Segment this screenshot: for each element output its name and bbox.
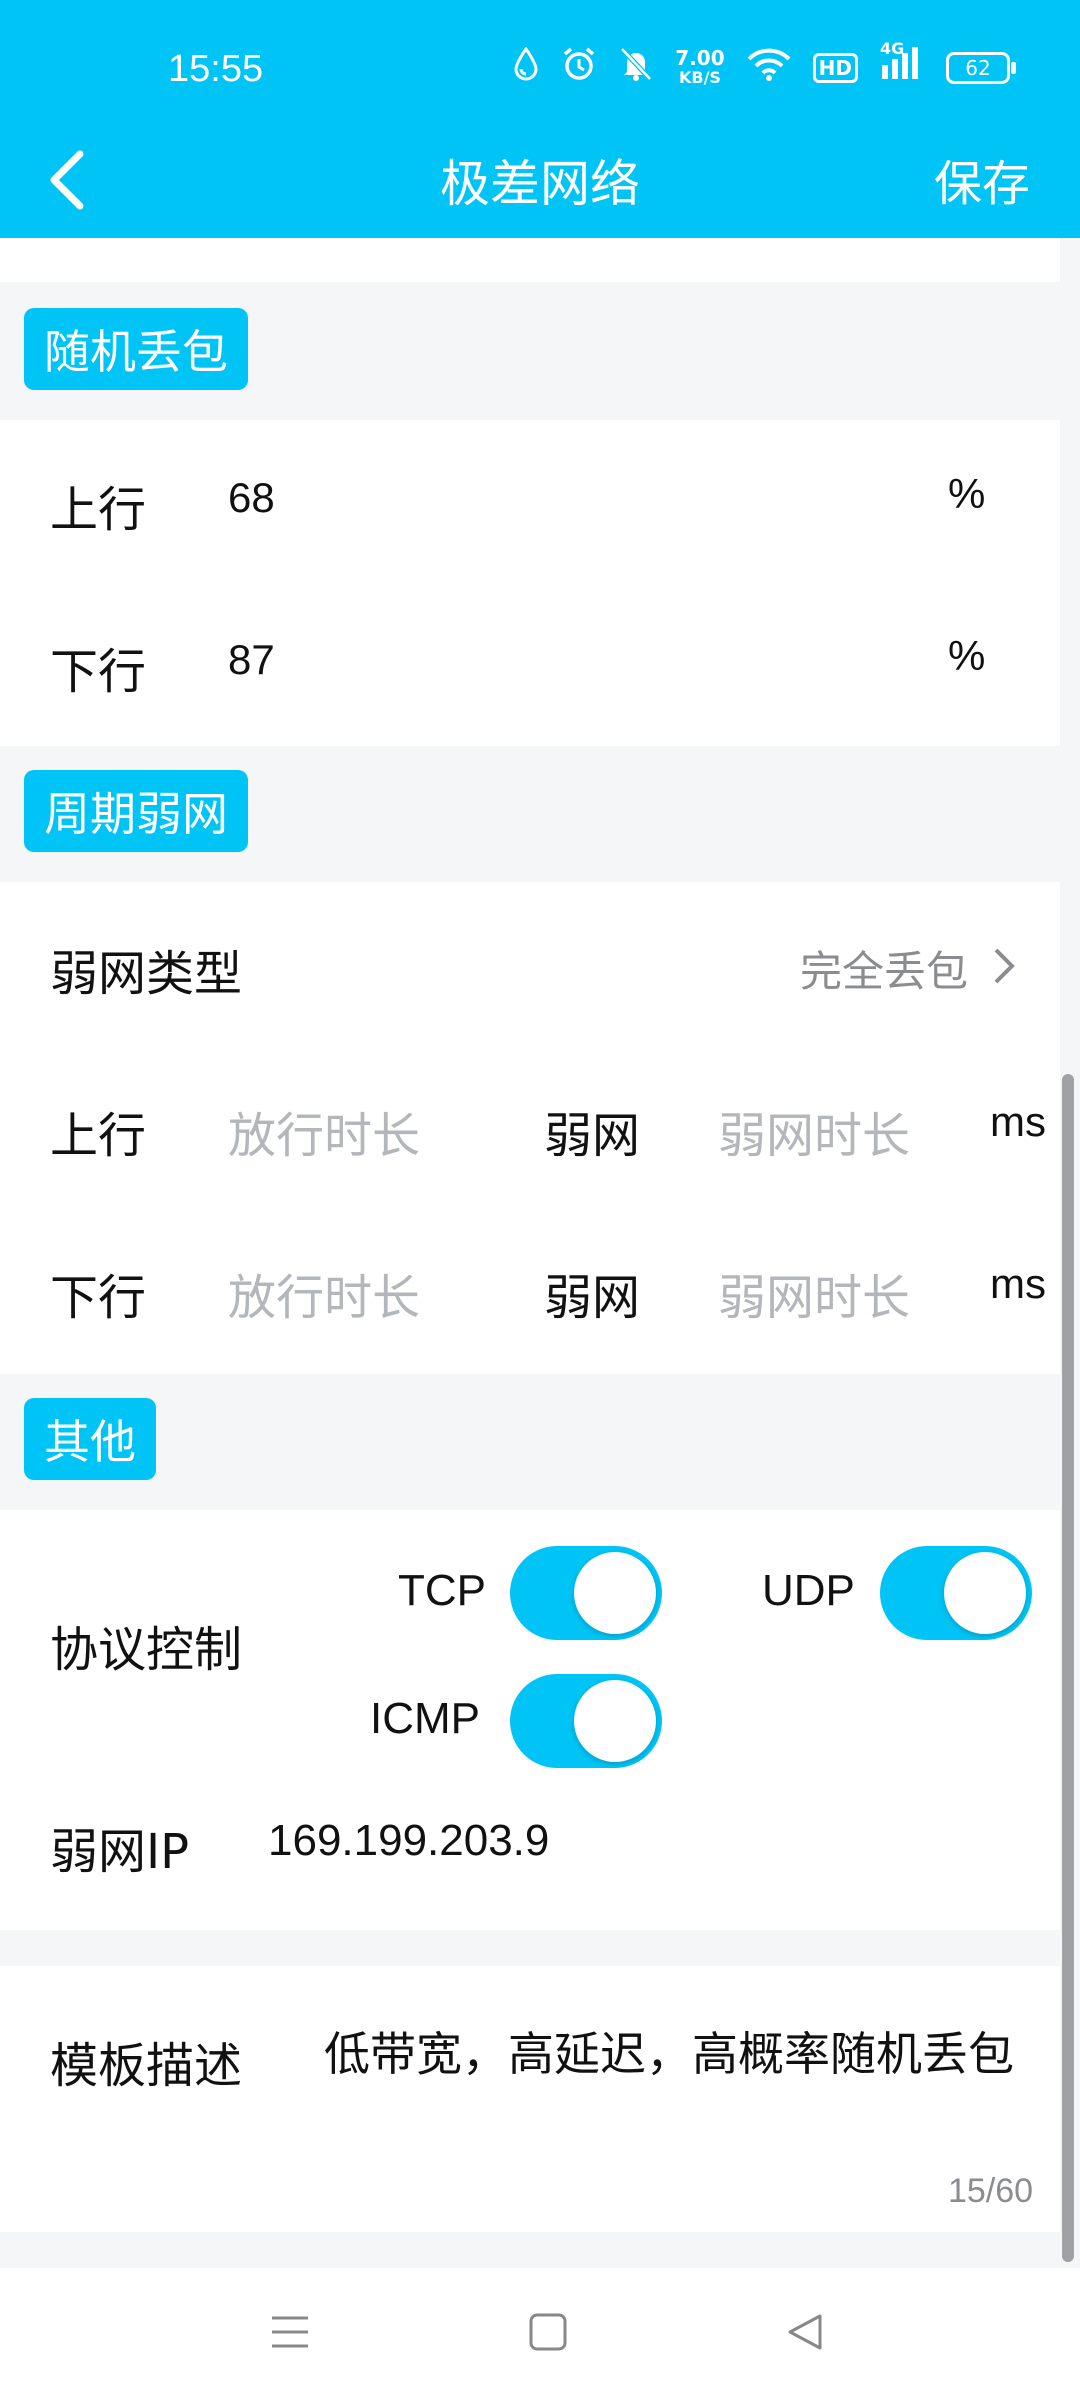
net-speed: 7.00 KB/S bbox=[675, 48, 724, 88]
status-time: 15:55 bbox=[168, 48, 264, 90]
signal-type: 4G bbox=[880, 38, 905, 58]
random-loss-panel: 上行 68 % 下行 87 % bbox=[0, 420, 1060, 746]
mute-bell-icon bbox=[619, 46, 653, 91]
udp-toggle[interactable] bbox=[880, 1546, 1032, 1640]
icmp-label: ICMP bbox=[370, 1694, 480, 1743]
udp-label: UDP bbox=[762, 1566, 855, 1615]
status-icons: 7.00 KB/S HD 4G 62 bbox=[513, 39, 1016, 96]
tcp-label: TCP bbox=[398, 1566, 486, 1615]
chevron-right-icon bbox=[992, 946, 1016, 990]
net-speed-value: 7.00 bbox=[675, 46, 725, 70]
icmp-toggle[interactable] bbox=[510, 1674, 662, 1768]
weak-type-selector[interactable]: 完全丢包 bbox=[800, 938, 1016, 998]
top-strip bbox=[0, 238, 1060, 282]
periodic-down-weak-label: 弱网 bbox=[544, 1270, 641, 1326]
system-nav-bar bbox=[0, 2268, 1080, 2400]
wifi-icon bbox=[747, 47, 791, 90]
page-title: 极差网络 bbox=[440, 155, 640, 213]
app-header: 15:55 7.00 KB/S HD 4G 62 极差网络 保存 bbox=[0, 0, 1080, 238]
drop-icon bbox=[513, 45, 539, 90]
home-icon[interactable] bbox=[528, 2312, 568, 2356]
status-bar: 15:55 7.00 KB/S HD 4G 62 bbox=[0, 0, 1080, 130]
random-up-unit: % bbox=[948, 470, 986, 517]
random-down-unit: % bbox=[948, 632, 986, 679]
periodic-down-weak-input[interactable]: 弱网时长 bbox=[718, 1258, 910, 1328]
udp-toggle-knob bbox=[944, 1552, 1026, 1634]
periodic-up-weak-input[interactable]: 弱网时长 bbox=[718, 1096, 910, 1166]
signal-icon: 4G bbox=[880, 39, 924, 90]
icmp-toggle-knob bbox=[574, 1680, 656, 1762]
section-tag-random-loss: 随机丢包 bbox=[24, 308, 248, 390]
save-button[interactable]: 保存 bbox=[934, 144, 1030, 214]
weak-ip-input[interactable]: 169.199.203.9 bbox=[268, 1816, 549, 1866]
periodic-up-unit: ms bbox=[990, 1098, 1046, 1145]
alarm-icon bbox=[561, 46, 597, 91]
weak-type-value: 完全丢包 bbox=[800, 946, 969, 996]
section-tag-other: 其他 bbox=[24, 1398, 156, 1480]
scrollbar[interactable] bbox=[1062, 1074, 1074, 2262]
periodic-down-pass-input[interactable]: 放行时长 bbox=[228, 1258, 420, 1328]
periodic-down-label: 下行 bbox=[50, 1270, 147, 1326]
tcp-toggle-knob bbox=[574, 1552, 656, 1634]
other-panel: 协议控制 TCP UDP ICMP 弱网IP 169.199.203.9 bbox=[0, 1510, 1060, 1930]
menu-icon[interactable] bbox=[270, 2312, 310, 2356]
description-textarea[interactable]: 低带宽，高延迟，高概率随机丢包 bbox=[324, 2024, 1014, 2084]
protocol-control-label: 协议控制 bbox=[50, 1622, 243, 1678]
random-up-input[interactable]: 68 bbox=[228, 474, 275, 522]
periodic-up-label: 上行 bbox=[50, 1108, 147, 1164]
periodic-up-pass-input[interactable]: 放行时长 bbox=[228, 1096, 420, 1166]
tcp-toggle[interactable] bbox=[510, 1546, 662, 1640]
toolbar: 极差网络 保存 bbox=[0, 130, 1080, 238]
section-tag-periodic: 周期弱网 bbox=[24, 770, 248, 852]
periodic-up-weak-label: 弱网 bbox=[544, 1108, 641, 1164]
periodic-down-unit: ms bbox=[990, 1260, 1046, 1307]
random-down-input[interactable]: 87 bbox=[228, 636, 275, 684]
description-label: 模板描述 bbox=[50, 2038, 243, 2094]
random-down-label: 下行 bbox=[50, 644, 147, 700]
weak-ip-label: 弱网IP bbox=[50, 1824, 190, 1880]
random-up-label: 上行 bbox=[50, 482, 147, 538]
periodic-panel: 弱网类型 完全丢包 上行 放行时长 弱网 弱网时长 ms 下行 放行时长 弱网 … bbox=[0, 882, 1060, 1374]
net-speed-unit: KB/S bbox=[678, 68, 721, 87]
description-counter: 15/60 bbox=[948, 2172, 1034, 2210]
back-triangle-icon[interactable] bbox=[784, 2312, 824, 2356]
battery-icon: 62 bbox=[946, 52, 1016, 84]
weak-type-label: 弱网类型 bbox=[50, 946, 243, 1002]
hd-badge: HD bbox=[812, 53, 858, 83]
description-panel: 模板描述 低带宽，高延迟，高概率随机丢包 15/60 bbox=[0, 1966, 1060, 2232]
